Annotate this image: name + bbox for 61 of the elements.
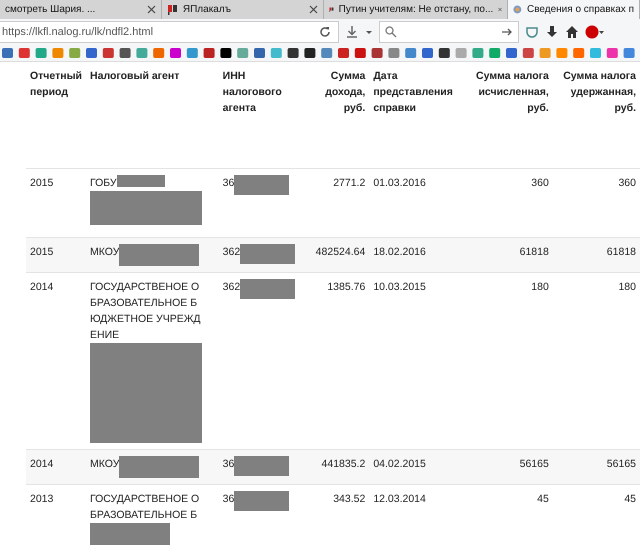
table-cell: 2014 <box>26 450 86 484</box>
redaction-block <box>234 175 290 195</box>
redaction-block <box>234 456 290 476</box>
redaction-block <box>240 279 296 299</box>
close-icon[interactable] <box>146 5 156 14</box>
column-header: Налоговый агент <box>86 62 219 168</box>
close-icon[interactable] <box>308 5 318 14</box>
table-cell: 18.02.2016 <box>369 238 461 272</box>
redaction-block <box>116 175 165 187</box>
column-header: ИНН налогового агента <box>218 62 304 168</box>
table-cell: 482524.64 <box>304 238 370 272</box>
table-cell: 180 <box>460 272 553 450</box>
table-cell-text: 362 <box>222 280 240 295</box>
table-cell: 10.03.2015 <box>369 272 461 450</box>
agent-name: ГОСУДАРСТВЕНОЕ О БРАЗОВАТЕЛЬНОЕ Б ЮДЖЕТНОЕ УЧРЕЖД ЕНИЕ <box>90 280 202 343</box>
download-icon[interactable] <box>545 25 559 39</box>
table-cell: 360 <box>460 168 553 238</box>
redaction-block <box>234 491 290 511</box>
table-cell: 12.03.2014 <box>369 484 461 550</box>
download-icon[interactable] <box>345 25 359 39</box>
table-cell: 61818 <box>460 238 553 272</box>
agent-name: ГОСУДАРСТВЕНОЕ О БРАЗОВАТЕЛЬНОЕ Б <box>90 492 200 523</box>
search-field[interactable] <box>379 21 519 43</box>
column-header: Сумма налога исчисленная, руб. <box>460 62 553 168</box>
table-cell: 04.02.2015 <box>369 450 461 484</box>
agent-name: МКОУ <box>90 457 120 472</box>
table-cell: 1385.76 <box>304 272 370 450</box>
table-cell: 61818 <box>552 238 640 272</box>
address-field[interactable]: https://lkfl.nalog.ru/lk/ndfl2.html <box>0 21 339 43</box>
table-cell: 2771.2 <box>304 168 370 238</box>
table-cell: 01.03.2016 <box>369 168 461 238</box>
column-header: Сумма дохода, руб. <box>304 62 370 168</box>
table-cell: 2014 <box>26 272 86 450</box>
table-cell-text: 36 <box>222 492 234 507</box>
browser-tab[interactable]: Сведения о справках п <box>508 0 640 19</box>
column-header: Дата представления справки <box>369 62 461 168</box>
flag-icon[interactable] <box>166 4 178 15</box>
table-cell: 45 <box>460 484 553 550</box>
table-cell: 45 <box>552 484 640 550</box>
search-icon[interactable] <box>384 25 398 39</box>
table-cell: 2015 <box>26 168 86 238</box>
agent-name: ГОБУ <box>90 176 117 191</box>
table-cell-text: 362 <box>222 245 240 260</box>
redaction-block <box>240 244 296 264</box>
close-icon[interactable] <box>498 5 502 14</box>
table-cell-text: 36 <box>222 457 234 472</box>
table-cell: 2013 <box>26 484 86 550</box>
table-cell-text: 36 <box>222 176 234 191</box>
reload-icon[interactable] <box>318 25 332 39</box>
globe-icon[interactable] <box>513 4 522 15</box>
agent-name: МКОУ <box>90 245 120 260</box>
home-icon[interactable] <box>565 25 579 39</box>
table-cell: 360 <box>552 168 640 238</box>
column-header: Отчетный период <box>26 62 86 168</box>
column-header: Сумма налога удержанная, руб. <box>552 62 640 168</box>
table-cell: 441835.2 <box>304 450 370 484</box>
table-cell: 180 <box>552 272 640 450</box>
table-cell: 56165 <box>552 450 640 484</box>
table-cell: 56165 <box>460 450 553 484</box>
table-cell: 2015 <box>26 238 86 272</box>
table-cell: 343.52 <box>304 484 370 550</box>
